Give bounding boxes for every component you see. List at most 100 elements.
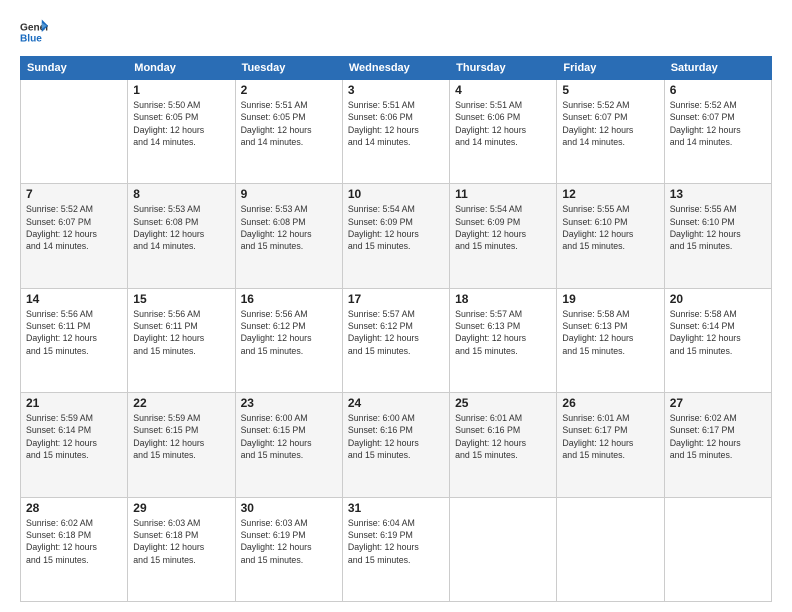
day-number: 8 <box>133 187 229 201</box>
weekday-header: Sunday <box>21 57 128 80</box>
day-info: Sunrise: 5:54 AM Sunset: 6:09 PM Dayligh… <box>348 203 444 252</box>
calendar-cell: 4 Sunrise: 5:51 AM Sunset: 6:06 PM Daylig… <box>450 80 557 184</box>
day-info: Sunrise: 6:03 AM Sunset: 6:19 PM Dayligh… <box>241 517 337 566</box>
day-number: 11 <box>455 187 551 201</box>
calendar-cell <box>664 497 771 601</box>
calendar-cell: 21Sunrise: 5:59 AM Sunset: 6:14 PM Dayli… <box>21 393 128 497</box>
weekday-header: Wednesday <box>342 57 449 80</box>
calendar-cell <box>21 80 128 184</box>
day-info: Sunrise: 5:50 AM Sunset: 6:05 PM Dayligh… <box>133 99 229 148</box>
day-info: Sunrise: 5:57 AM Sunset: 6:12 PM Dayligh… <box>348 308 444 357</box>
calendar-cell: 6Sunrise: 5:52 AM Sunset: 6:07 PM Daylig… <box>664 80 771 184</box>
day-number: 14 <box>26 292 122 306</box>
calendar-cell: 30Sunrise: 6:03 AM Sunset: 6:19 PM Dayli… <box>235 497 342 601</box>
day-info: Sunrise: 5:55 AM Sunset: 6:10 PM Dayligh… <box>670 203 766 252</box>
day-info: Sunrise: 5:58 AM Sunset: 6:14 PM Dayligh… <box>670 308 766 357</box>
day-number: 26 <box>562 396 658 410</box>
calendar-cell: 22 Sunrise: 5:59 AM Sunset: 6:15 PM Dayli… <box>128 393 235 497</box>
calendar-cell: 1 Sunrise: 5:50 AM Sunset: 6:05 PM Daylig… <box>128 80 235 184</box>
calendar-cell: 19 Sunrise: 5:58 AM Sunset: 6:13 PM Dayli… <box>557 288 664 392</box>
logo: General Blue <box>20 18 48 46</box>
day-number: 19 <box>562 292 658 306</box>
weekday-header: Saturday <box>664 57 771 80</box>
day-info: Sunrise: 5:56 AM Sunset: 6:11 PM Dayligh… <box>26 308 122 357</box>
day-number: 28 <box>26 501 122 515</box>
calendar-cell: 28 Sunrise: 6:02 AM Sunset: 6:18 PM Dayli… <box>21 497 128 601</box>
day-number: 7 <box>26 187 122 201</box>
calendar-cell: 9 Sunrise: 5:53 AM Sunset: 6:08 PM Daylig… <box>235 184 342 288</box>
day-info: Sunrise: 6:01 AM Sunset: 6:16 PM Dayligh… <box>455 412 551 461</box>
calendar-cell: 15 Sunrise: 5:56 AM Sunset: 6:11 PM Dayli… <box>128 288 235 392</box>
calendar-cell: 25 Sunrise: 6:01 AM Sunset: 6:16 PM Dayli… <box>450 393 557 497</box>
day-info: Sunrise: 5:53 AM Sunset: 6:08 PM Dayligh… <box>133 203 229 252</box>
day-info: Sunrise: 5:55 AM Sunset: 6:10 PM Dayligh… <box>562 203 658 252</box>
day-info: Sunrise: 6:02 AM Sunset: 6:18 PM Dayligh… <box>26 517 122 566</box>
day-number: 27 <box>670 396 766 410</box>
day-number: 13 <box>670 187 766 201</box>
day-info: Sunrise: 5:52 AM Sunset: 6:07 PM Dayligh… <box>562 99 658 148</box>
day-info: Sunrise: 5:52 AM Sunset: 6:07 PM Dayligh… <box>26 203 122 252</box>
day-info: Sunrise: 5:53 AM Sunset: 6:08 PM Dayligh… <box>241 203 337 252</box>
day-info: Sunrise: 5:51 AM Sunset: 6:06 PM Dayligh… <box>348 99 444 148</box>
weekday-header: Friday <box>557 57 664 80</box>
calendar-cell: 12 Sunrise: 5:55 AM Sunset: 6:10 PM Dayli… <box>557 184 664 288</box>
day-info: Sunrise: 5:56 AM Sunset: 6:12 PM Dayligh… <box>241 308 337 357</box>
page: General Blue SundayMondayTuesdayWednesda… <box>0 0 792 612</box>
day-info: Sunrise: 6:00 AM Sunset: 6:15 PM Dayligh… <box>241 412 337 461</box>
day-number: 6 <box>670 83 766 97</box>
day-number: 31 <box>348 501 444 515</box>
day-number: 29 <box>133 501 229 515</box>
day-info: Sunrise: 5:57 AM Sunset: 6:13 PM Dayligh… <box>455 308 551 357</box>
calendar-table: SundayMondayTuesdayWednesdayThursdayFrid… <box>20 56 772 602</box>
day-number: 4 <box>455 83 551 97</box>
calendar-cell <box>450 497 557 601</box>
day-number: 5 <box>562 83 658 97</box>
day-number: 18 <box>455 292 551 306</box>
calendar-cell: 29 Sunrise: 6:03 AM Sunset: 6:18 PM Dayli… <box>128 497 235 601</box>
day-info: Sunrise: 5:54 AM Sunset: 6:09 PM Dayligh… <box>455 203 551 252</box>
calendar-cell: 17 Sunrise: 5:57 AM Sunset: 6:12 PM Dayli… <box>342 288 449 392</box>
calendar-cell: 23 Sunrise: 6:00 AM Sunset: 6:15 PM Dayli… <box>235 393 342 497</box>
calendar-cell: 20Sunrise: 5:58 AM Sunset: 6:14 PM Dayli… <box>664 288 771 392</box>
day-number: 23 <box>241 396 337 410</box>
day-number: 12 <box>562 187 658 201</box>
day-number: 3 <box>348 83 444 97</box>
calendar-cell: 8 Sunrise: 5:53 AM Sunset: 6:08 PM Daylig… <box>128 184 235 288</box>
day-number: 17 <box>348 292 444 306</box>
day-info: Sunrise: 5:58 AM Sunset: 6:13 PM Dayligh… <box>562 308 658 357</box>
day-number: 9 <box>241 187 337 201</box>
weekday-header: Tuesday <box>235 57 342 80</box>
calendar-cell: 10 Sunrise: 5:54 AM Sunset: 6:09 PM Dayli… <box>342 184 449 288</box>
calendar-cell: 24 Sunrise: 6:00 AM Sunset: 6:16 PM Dayli… <box>342 393 449 497</box>
calendar-cell <box>557 497 664 601</box>
calendar-cell: 31 Sunrise: 6:04 AM Sunset: 6:19 PM Dayli… <box>342 497 449 601</box>
calendar-cell: 16 Sunrise: 5:56 AM Sunset: 6:12 PM Dayli… <box>235 288 342 392</box>
weekday-header: Monday <box>128 57 235 80</box>
calendar-cell: 11 Sunrise: 5:54 AM Sunset: 6:09 PM Dayli… <box>450 184 557 288</box>
calendar-cell: 13 Sunrise: 5:55 AM Sunset: 6:10 PM Dayli… <box>664 184 771 288</box>
day-number: 1 <box>133 83 229 97</box>
calendar-cell: 7 Sunrise: 5:52 AM Sunset: 6:07 PM Daylig… <box>21 184 128 288</box>
day-number: 16 <box>241 292 337 306</box>
day-number: 10 <box>348 187 444 201</box>
weekday-header: Thursday <box>450 57 557 80</box>
calendar-cell: 3 Sunrise: 5:51 AM Sunset: 6:06 PM Daylig… <box>342 80 449 184</box>
day-number: 21 <box>26 396 122 410</box>
day-number: 2 <box>241 83 337 97</box>
header: General Blue <box>20 18 772 46</box>
day-number: 22 <box>133 396 229 410</box>
svg-text:Blue: Blue <box>20 33 42 44</box>
day-number: 25 <box>455 396 551 410</box>
day-info: Sunrise: 6:04 AM Sunset: 6:19 PM Dayligh… <box>348 517 444 566</box>
day-info: Sunrise: 5:51 AM Sunset: 6:06 PM Dayligh… <box>455 99 551 148</box>
calendar-cell: 2Sunrise: 5:51 AM Sunset: 6:05 PM Daylig… <box>235 80 342 184</box>
day-number: 15 <box>133 292 229 306</box>
day-info: Sunrise: 5:59 AM Sunset: 6:15 PM Dayligh… <box>133 412 229 461</box>
day-info: Sunrise: 6:00 AM Sunset: 6:16 PM Dayligh… <box>348 412 444 461</box>
calendar-cell: 14 Sunrise: 5:56 AM Sunset: 6:11 PM Dayli… <box>21 288 128 392</box>
day-info: Sunrise: 5:56 AM Sunset: 6:11 PM Dayligh… <box>133 308 229 357</box>
day-info: Sunrise: 6:03 AM Sunset: 6:18 PM Dayligh… <box>133 517 229 566</box>
calendar-cell: 18 Sunrise: 5:57 AM Sunset: 6:13 PM Dayli… <box>450 288 557 392</box>
day-info: Sunrise: 6:01 AM Sunset: 6:17 PM Dayligh… <box>562 412 658 461</box>
day-number: 24 <box>348 396 444 410</box>
